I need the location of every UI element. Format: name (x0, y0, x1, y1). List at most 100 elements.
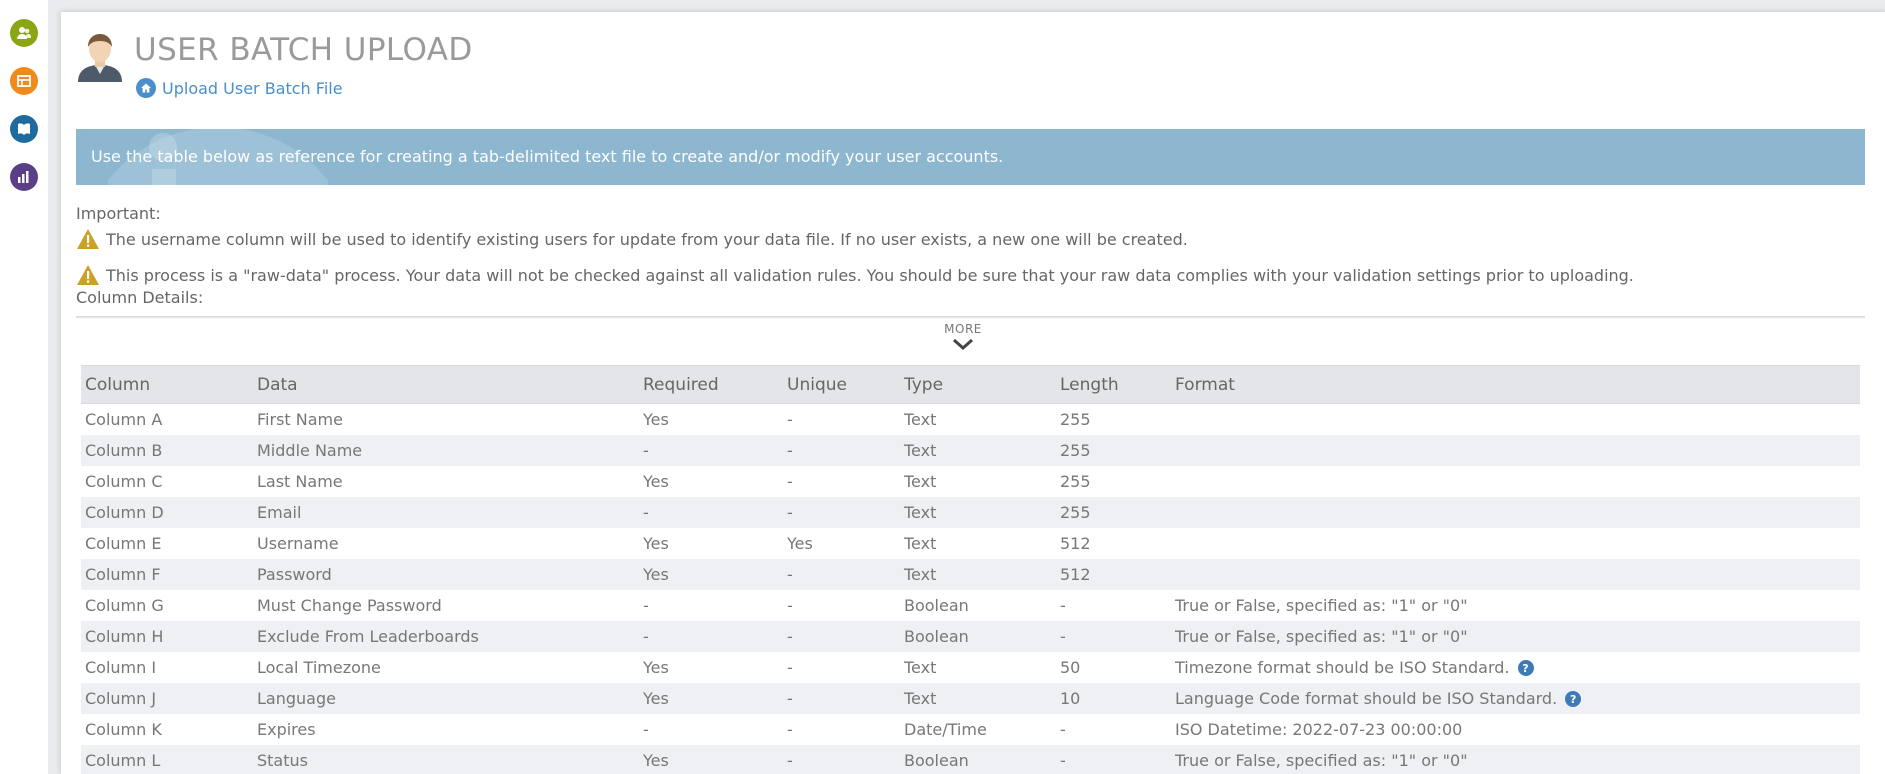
table-cell-column: Column C (81, 466, 257, 497)
table-cell-type: Date/Time (904, 714, 1060, 745)
upload-batch-file-link[interactable]: Upload User Batch File (136, 78, 343, 98)
table-cell-length: 255 (1060, 466, 1175, 497)
cell-text: Text (904, 409, 937, 429)
table-cell-unique: - (787, 590, 904, 621)
info-banner: Use the table below as reference for cre… (76, 129, 1865, 185)
table-cell-format (1175, 466, 1860, 497)
table-cell-length: 512 (1060, 558, 1175, 590)
cell-text: Column I (85, 657, 157, 677)
warning-icon (77, 229, 99, 249)
table-cell-unique: - (787, 682, 904, 714)
table-cell-required: - (643, 496, 787, 528)
cell-text: Text (904, 440, 937, 460)
table-cell-data: Exclude From Leaderboards (257, 620, 643, 652)
table-cell-column: Column J (81, 682, 257, 714)
info-banner-text: Use the table below as reference for cre… (91, 147, 1004, 166)
column-header: Data (257, 365, 643, 404)
cell-text: - (643, 502, 649, 522)
table-cell-unique: - (787, 620, 904, 652)
table-cell-data: Status (257, 744, 643, 774)
cell-text: Boolean (904, 626, 969, 646)
main-panel: USER BATCH UPLOAD Upload User Batch File… (61, 12, 1885, 774)
more-toggle-button[interactable]: MORE (933, 322, 993, 350)
cell-text: Username (257, 533, 339, 553)
table-cell-type: Text (904, 528, 1060, 559)
table-row: Column H Exclude From Leaderboards - - Boole… (81, 620, 1860, 652)
cell-text: Yes (643, 688, 669, 708)
table-cell-required: Yes (643, 528, 787, 559)
table-cell-format: True or False, specified as: "1" or "0" (1175, 744, 1860, 774)
table-cell-data: Expires (257, 714, 643, 745)
table-cell-column: Column F (81, 558, 257, 590)
table-row: Column C Last Name Yes - Text 255 (81, 466, 1860, 497)
table-cell-column: Column A (81, 404, 257, 435)
cell-text: Column G (85, 595, 164, 615)
warning-row: The username column will be used to iden… (76, 228, 1188, 250)
cell-text: 255 (1060, 440, 1091, 460)
cell-text: - (1060, 750, 1066, 770)
table-cell-length: - (1060, 714, 1175, 745)
table-cell-column: Column D (81, 496, 257, 528)
cell-text: - (643, 440, 649, 460)
cell-text: Text (904, 533, 937, 553)
table-cell-column: Column E (81, 528, 257, 559)
table-cell-length: 255 (1060, 434, 1175, 466)
cell-text: Text (904, 688, 937, 708)
layout-icon[interactable] (10, 67, 38, 95)
book-icon[interactable] (10, 115, 38, 143)
table-cell-unique: - (787, 434, 904, 466)
help-icon[interactable]: ? (1565, 691, 1582, 707)
cell-text: Column H (85, 626, 164, 646)
table-cell-required: Yes (643, 744, 787, 774)
column-details-table: Column Data Required Unique Type Length … (81, 365, 1860, 774)
table-cell-type: Text (904, 496, 1060, 528)
cell-text: Text (904, 502, 937, 522)
table-cell-column: Column L (81, 744, 257, 774)
cell-text: Text (904, 564, 937, 584)
table-cell-unique: - (787, 744, 904, 774)
table-cell-unique: - (787, 496, 904, 528)
cell-text: Yes (643, 657, 669, 677)
cell-text: 10 (1060, 688, 1081, 708)
chart-icon[interactable] (10, 163, 38, 191)
cell-text: - (787, 440, 793, 460)
users-icon[interactable] (10, 19, 38, 47)
cell-text: True or False, specified as: "1" or "0" (1175, 750, 1468, 770)
column-header: Format (1175, 365, 1860, 404)
table-row: Column G Must Change Password - - Boolean - Tr… (81, 590, 1860, 621)
cell-text: Last Name (257, 471, 343, 491)
table-row: Column K Expires - - Date/Time - ISO Datetime:… (81, 714, 1860, 745)
column-header: Column (81, 365, 257, 404)
table-cell-data: Email (257, 496, 643, 528)
table-cell-length: 50 (1060, 652, 1175, 683)
cell-text: Yes (643, 409, 669, 429)
cell-text: Boolean (904, 595, 969, 615)
cell-text: First Name (257, 409, 343, 429)
cell-text: - (787, 626, 793, 646)
cell-text: True or False, specified as: "1" or "0" (1175, 626, 1468, 646)
table-cell-format (1175, 558, 1860, 590)
cell-text: Date/Time (904, 719, 987, 739)
table-row: Column F Password Yes - Text 512 (81, 558, 1860, 590)
cell-text: - (1060, 719, 1066, 739)
cell-text: - (787, 409, 793, 429)
table-cell-length: - (1060, 744, 1175, 774)
help-icon[interactable]: ? (1517, 660, 1534, 676)
cell-text: 255 (1060, 471, 1091, 491)
table-cell-length: 255 (1060, 404, 1175, 435)
table-cell-column: Column H (81, 620, 257, 652)
table-cell-data: Password (257, 558, 643, 590)
cell-text: Must Change Password (257, 595, 442, 615)
table-cell-type: Boolean (904, 590, 1060, 621)
cell-text: - (787, 688, 793, 708)
table-row: Column L Status Yes - Boolean - True or False,… (81, 744, 1860, 774)
column-details-label: Column Details: (76, 288, 204, 306)
user-avatar-icon (78, 34, 122, 82)
table-cell-type: Text (904, 682, 1060, 714)
cell-text: Column A (85, 409, 163, 429)
cell-text: Status (257, 750, 308, 770)
cell-text: Column F (85, 564, 161, 584)
table-cell-required: Yes (643, 558, 787, 590)
table-row: Column J Language Yes - Text 10 Language Code … (81, 682, 1860, 714)
table-cell-format: Language Code format should be ISO Stand… (1175, 682, 1860, 714)
